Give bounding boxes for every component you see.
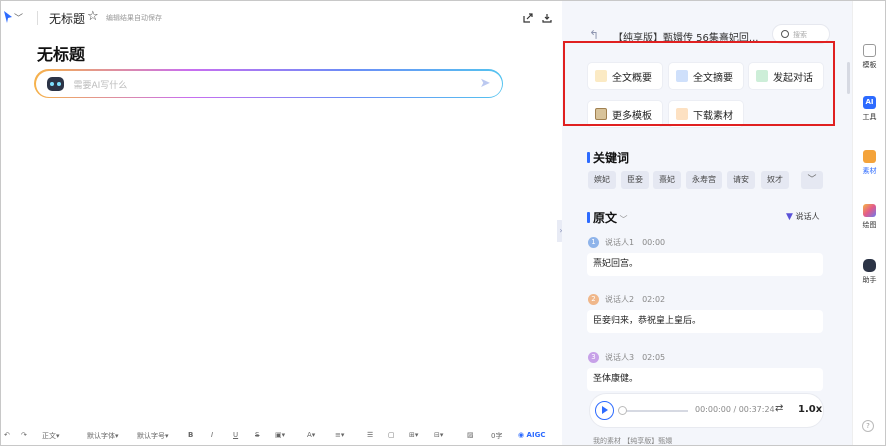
utterance-text[interactable]: 熹妃回宫。 — [587, 253, 823, 276]
filter-icon: ▼ — [786, 212, 793, 222]
table-icon[interactable]: ⊞▾ — [409, 431, 418, 439]
loop-icon[interactable]: ⇄ — [775, 403, 783, 414]
keyword-tag[interactable]: 请安 — [727, 171, 755, 189]
speaker-name: 说话人3 — [605, 353, 635, 362]
format-toolbar: ↶ ↷ 正文▾ 默认字体▾ 默认字号▾ B I U S ▣▾ A▾ ≡▾ ☰ ▢… — [1, 429, 561, 445]
ai-input-placeholder[interactable]: 需要AI写什么 — [74, 78, 128, 91]
sidebar-item-materials[interactable]: 素材 — [853, 150, 886, 176]
utterance-text[interactable]: 圣体康健。 — [587, 368, 823, 391]
keyword-tag[interactable]: 奴才 — [761, 171, 789, 189]
sidebar-item-assistant[interactable]: 助手 — [853, 259, 886, 285]
keyword-tag[interactable]: 嫔妃 — [588, 171, 616, 189]
star-icon[interactable]: ☆ — [87, 9, 99, 24]
progress-knob[interactable] — [618, 406, 627, 415]
assistant-icon — [863, 259, 876, 272]
chevron-down-icon[interactable]: ﹀ — [801, 171, 823, 189]
highlight-color-icon[interactable]: ▣▾ — [275, 431, 285, 439]
paragraph-style-select[interactable]: 正文▾ — [42, 431, 60, 441]
download-icon[interactable] — [542, 13, 552, 23]
italic-button[interactable]: I — [211, 431, 213, 439]
help-icon[interactable]: ? — [862, 420, 874, 432]
annotation-highlight-box — [563, 41, 835, 126]
redo-icon[interactable]: ↷ — [21, 431, 27, 439]
grid-icon[interactable]: ⊟▾ — [434, 431, 443, 439]
section-marker — [587, 212, 590, 223]
speaker-filter-button[interactable]: ▼ 说话人 — [786, 211, 819, 222]
timestamp[interactable]: 02:02 — [642, 295, 665, 304]
search-icon — [781, 30, 789, 38]
timestamp[interactable]: 00:00 — [642, 238, 665, 247]
play-icon[interactable] — [595, 401, 614, 420]
template-side-icon — [863, 44, 876, 57]
keyword-tag[interactable]: 永寿宫 — [686, 171, 722, 189]
speaker-name: 说话人1 — [605, 238, 635, 247]
timestamp[interactable]: 02:05 — [642, 353, 665, 362]
speaker-number-badge: 2 — [588, 294, 599, 305]
image-icon[interactable]: ▨ — [467, 431, 474, 439]
material-breadcrumb: 我的素材 【纯享版】甄嬛 — [593, 437, 673, 445]
player-time: 00:00:00 / 00:37:24 — [695, 405, 775, 414]
scrollbar[interactable] — [847, 62, 850, 94]
transcript-title[interactable]: 原文 ﹀ — [593, 209, 628, 226]
bold-button[interactable]: B — [188, 431, 193, 439]
editor-topbar: ﹀ 无标题 ☆ 编辑结果自动保存 — [1, 1, 561, 35]
progress-track[interactable] — [622, 410, 688, 412]
speed-button[interactable]: 1.0x — [798, 404, 822, 415]
chevron-down-icon[interactable]: ﹀ — [14, 11, 23, 24]
keyword-tag[interactable]: 熹妃 — [653, 171, 681, 189]
folder-icon — [863, 150, 876, 163]
page-title[interactable]: 无标题 — [37, 41, 85, 65]
speaker-number-badge: 1 — [588, 237, 599, 248]
utterance-text[interactable]: 臣妾归来，恭祝皇上皇后。 — [587, 310, 823, 333]
audio-player: 00:00:00 / 00:37:24 ⇄ 1.0x — [590, 394, 823, 427]
autosave-tip: 编辑结果自动保存 — [106, 14, 162, 22]
divider — [37, 11, 38, 25]
speaker-number-badge: 3 — [588, 352, 599, 363]
clipboard-icon[interactable]: ▢ — [388, 431, 395, 439]
underline-button[interactable]: U — [233, 431, 238, 439]
undo-icon[interactable]: ↶ — [4, 431, 10, 439]
section-marker — [587, 152, 590, 163]
doc-title[interactable]: 无标题 — [49, 10, 85, 27]
ai-tool-icon: AI — [863, 96, 876, 109]
ai-robot-icon — [46, 76, 64, 91]
send-icon[interactable]: ➤ — [480, 76, 491, 91]
sidebar-item-tools[interactable]: AI 工具 — [853, 96, 886, 122]
strikethrough-button[interactable]: S — [255, 431, 259, 439]
editor-area: ﹀ 无标题 ☆ 编辑结果自动保存 无标题 需要AI写什么 ➤ ↶ ↷ 正文▾ 默… — [1, 1, 561, 445]
right-sidebar: 模板 AI 工具 素材 绘图 助手 — [852, 1, 885, 445]
keywords-title: 关键词 — [593, 151, 630, 165]
speaker-row: 2 说话人2 02:02 — [588, 294, 665, 305]
sidebar-item-drawing[interactable]: 绘图 — [853, 204, 886, 230]
sidebar-item-templates[interactable]: 模板 — [853, 44, 886, 70]
font-size-select[interactable]: 默认字号▾ — [137, 431, 169, 441]
list-icon[interactable]: ☰ — [367, 431, 373, 439]
ai-input-bar[interactable]: 需要AI写什么 ➤ — [34, 69, 503, 98]
drawing-icon — [863, 204, 876, 217]
speaker-name: 说话人2 — [605, 295, 635, 304]
app-logo-icon[interactable] — [3, 10, 13, 24]
aigc-badge[interactable]: ◉ AIGC — [518, 431, 545, 439]
share-icon[interactable] — [523, 13, 533, 23]
align-icon[interactable]: ≡▾ — [335, 431, 344, 439]
word-count: 0字 — [491, 432, 503, 440]
keyword-tag[interactable]: 臣妾 — [621, 171, 649, 189]
font-color-icon[interactable]: A▾ — [307, 431, 315, 439]
font-family-select[interactable]: 默认字体▾ — [87, 431, 119, 441]
back-arrow-icon[interactable]: ↰ — [589, 28, 599, 42]
speaker-row: 1 说话人1 00:00 — [588, 237, 665, 248]
speaker-row: 3 说话人3 02:05 — [588, 352, 665, 363]
